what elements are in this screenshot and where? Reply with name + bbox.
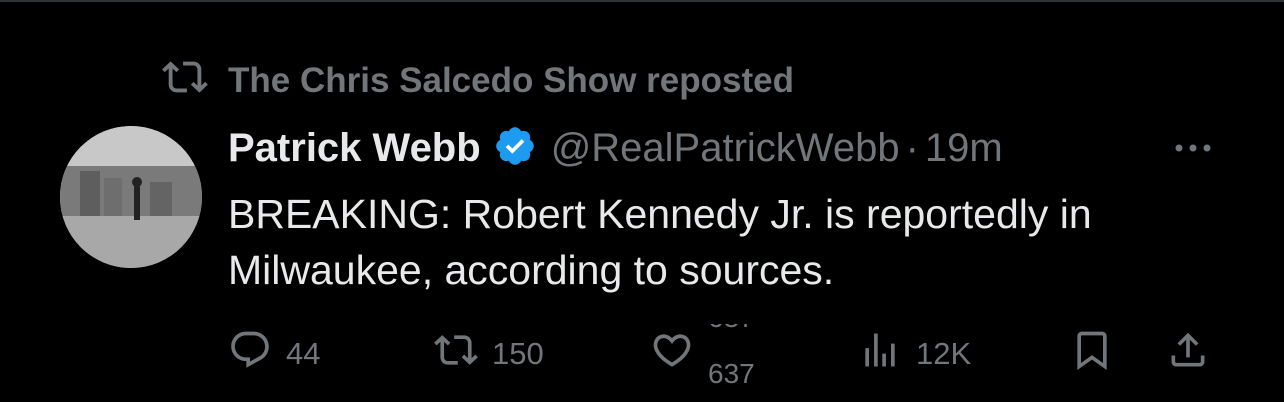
like-count-rolling: 637 637: [708, 324, 778, 384]
bookmark-button[interactable]: [1070, 324, 1114, 384]
author-name[interactable]: Patrick Webb: [228, 126, 481, 171]
like-count-new: 637: [708, 358, 755, 384]
views-icon: [858, 328, 902, 380]
share-icon: [1166, 328, 1210, 380]
action-bar: 44 150 637 637 12K: [228, 324, 1228, 384]
bookmark-icon: [1070, 328, 1114, 380]
retweet-button[interactable]: 150: [434, 324, 544, 384]
views-count: 12K: [916, 336, 972, 371]
repost-context[interactable]: The Chris Salcedo Show reposted: [162, 58, 794, 104]
like-icon: [650, 328, 694, 380]
avatar[interactable]: [60, 126, 202, 268]
reply-button[interactable]: 44: [228, 324, 320, 384]
verified-badge-icon: [481, 124, 537, 173]
views-button[interactable]: 12K: [858, 324, 971, 384]
retweet-icon: [434, 328, 478, 380]
like-count-old: 637: [708, 324, 755, 334]
repost-icon: [162, 54, 208, 109]
tweet-text: BREAKING: Robert Kennedy Jr. is reported…: [228, 186, 1248, 298]
top-divider: [0, 0, 1284, 2]
like-button[interactable]: 637 637: [650, 324, 778, 384]
tweet-text-line: BREAKING: Robert Kennedy Jr. is reported…: [228, 191, 1092, 237]
tweet-header: Patrick Webb @RealPatrickWebb · 19m: [228, 122, 1003, 174]
more-icon[interactable]: [1170, 130, 1216, 166]
author-handle[interactable]: @RealPatrickWebb: [551, 126, 900, 171]
share-button[interactable]: [1166, 324, 1210, 384]
tweet-text-line: Milwaukee, according to sources.: [228, 247, 835, 293]
repost-label: The Chris Salcedo Show reposted: [228, 61, 794, 100]
timestamp[interactable]: 19m: [925, 126, 1003, 171]
reply-count: 44: [286, 336, 321, 371]
reply-icon: [228, 328, 272, 380]
separator-dot: ·: [905, 125, 919, 170]
retweet-count: 150: [492, 336, 544, 371]
